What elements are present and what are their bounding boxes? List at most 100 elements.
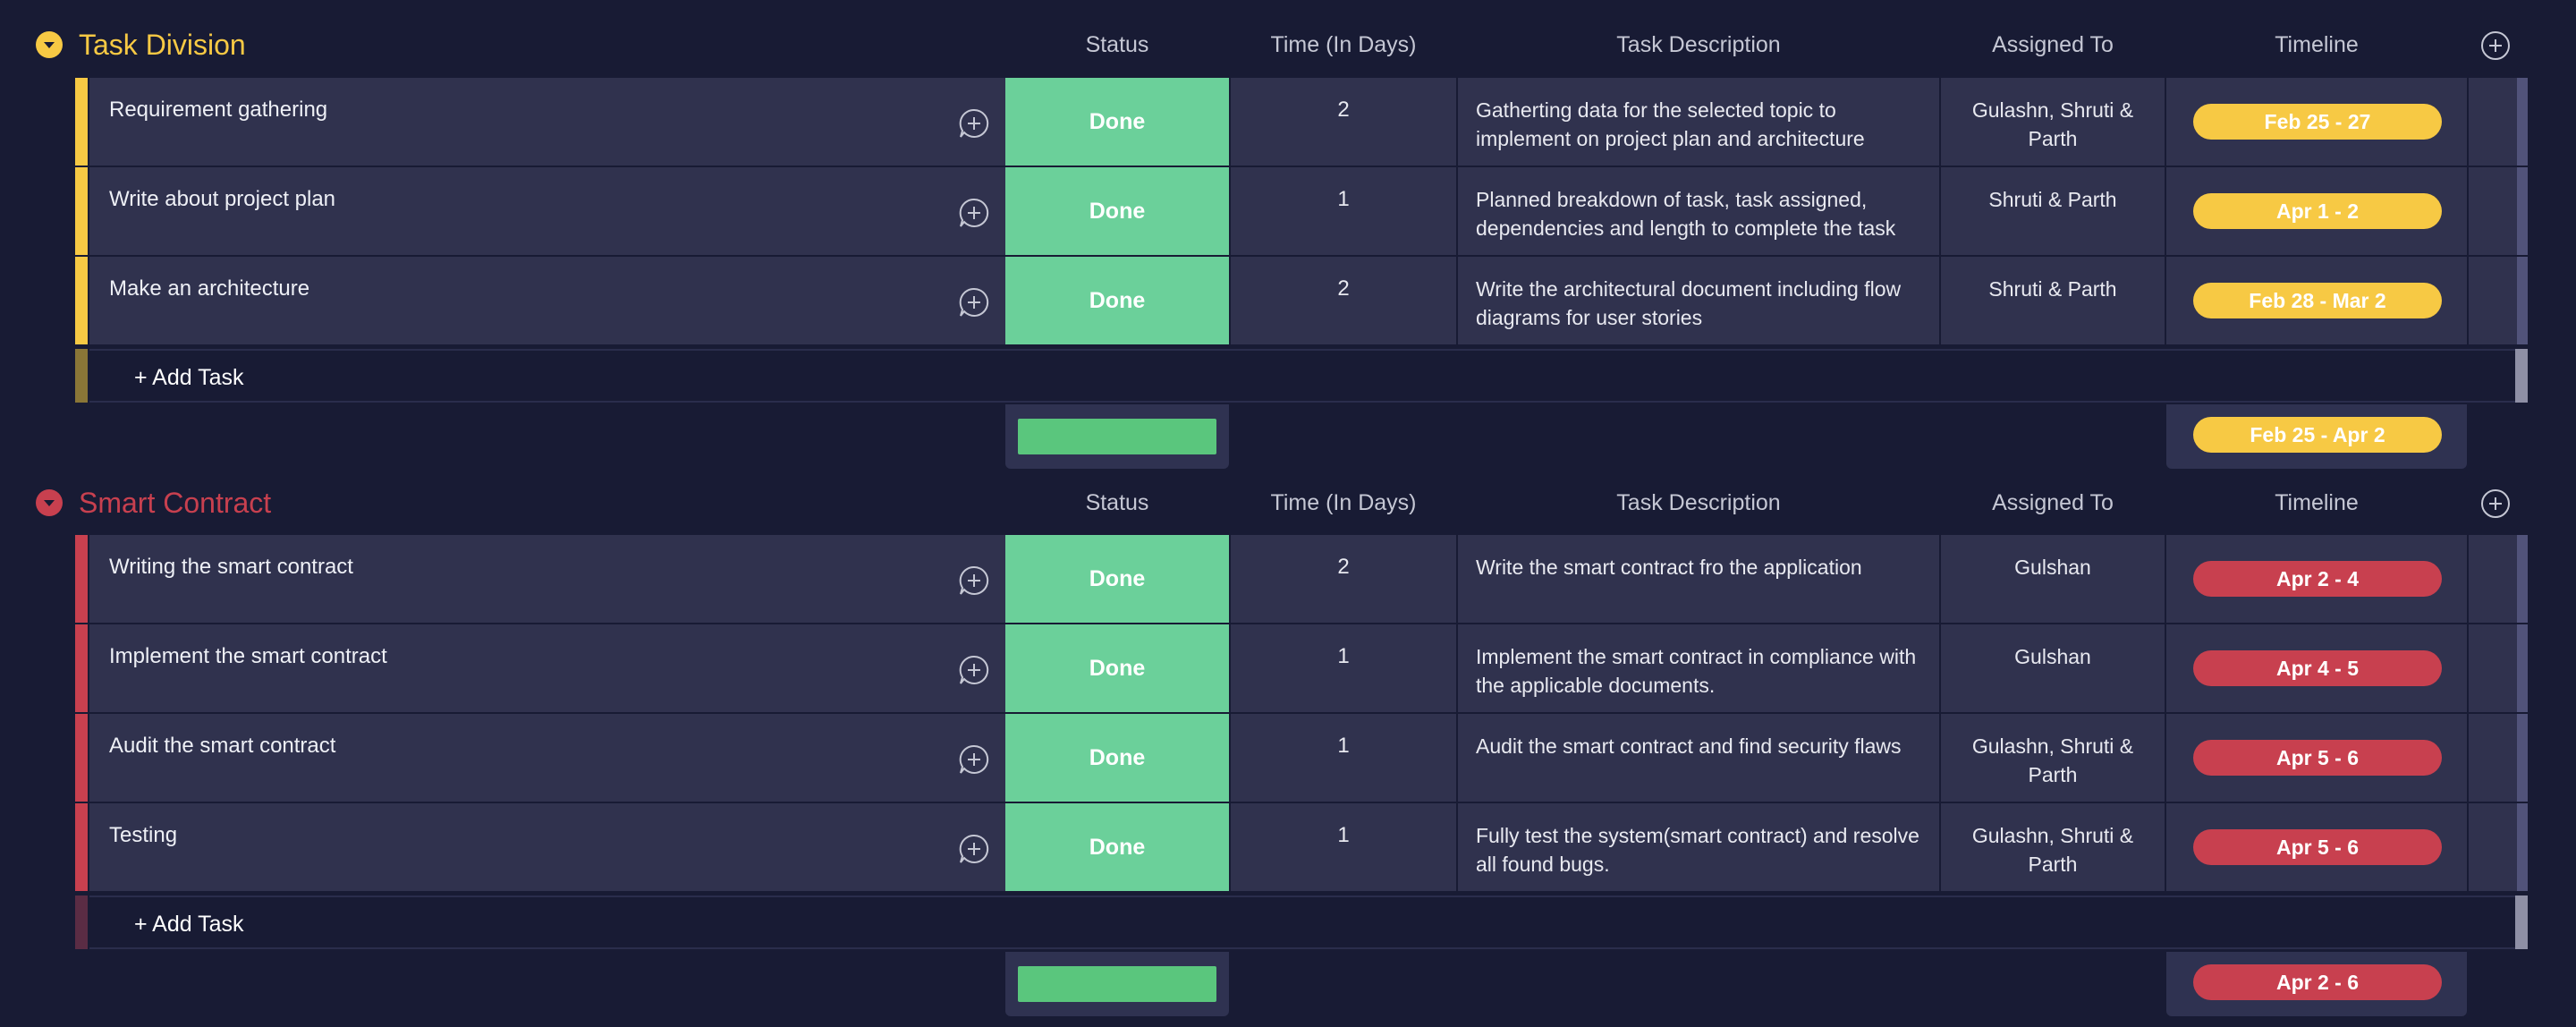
status-cell[interactable]: Done: [1005, 535, 1229, 623]
status-cell[interactable]: Done: [1005, 624, 1229, 712]
assigned-cell[interactable]: Shruti & Parth: [1941, 257, 2165, 344]
column-header-assigned[interactable]: Assigned To: [1941, 488, 2165, 517]
time-cell[interactable]: 1: [1231, 624, 1456, 712]
table-row[interactable]: Requirement gathering Done 2 Gatherting …: [75, 78, 2528, 166]
add-task-row[interactable]: + Add Task: [75, 349, 2528, 403]
task-name-cell[interactable]: Implement the smart contract: [89, 624, 1005, 712]
description-text: Planned breakdown of task, task assigned…: [1476, 188, 1896, 240]
time-cell[interactable]: 1: [1231, 167, 1456, 255]
task-name-cell[interactable]: Writing the smart contract: [89, 535, 1005, 623]
group-title[interactable]: Task Division: [79, 27, 246, 63]
task-name-cell[interactable]: Make an architecture: [89, 257, 1005, 344]
status-cell[interactable]: Done: [1005, 803, 1229, 891]
group-title[interactable]: Smart Contract: [79, 485, 271, 521]
time-value: 1: [1337, 187, 1350, 211]
add-update-icon[interactable]: [957, 653, 991, 687]
assigned-cell[interactable]: Gulashn, Shruti & Parth: [1941, 803, 2165, 891]
collapse-chevron-icon[interactable]: [36, 489, 63, 516]
table-row[interactable]: Write about project plan Done 1 Planned …: [75, 167, 2528, 255]
status-label: Done: [1089, 109, 1146, 134]
status-label: Done: [1089, 288, 1146, 313]
time-value: 2: [1337, 555, 1350, 579]
timeline-cell[interactable]: Apr 2 - 4: [2166, 535, 2467, 623]
row-color-bar: [75, 349, 88, 403]
description-cell[interactable]: Gatherting data for the selected topic t…: [1458, 78, 1939, 166]
time-cell[interactable]: 1: [1231, 714, 1456, 802]
add-update-icon[interactable]: [957, 285, 991, 319]
description-cell[interactable]: Planned breakdown of task, task assigned…: [1458, 167, 1939, 255]
add-task-row[interactable]: + Add Task: [75, 895, 2528, 949]
timeline-cell[interactable]: Feb 25 - 27: [2166, 78, 2467, 166]
assigned-cell[interactable]: Gulashn, Shruti & Parth: [1941, 714, 2165, 802]
time-cell[interactable]: 2: [1231, 78, 1456, 166]
description-cell[interactable]: Implement the smart contract in complian…: [1458, 624, 1939, 712]
column-header-timeline[interactable]: Timeline: [2166, 30, 2467, 59]
column-header-status[interactable]: Status: [1005, 30, 1229, 59]
assigned-cell[interactable]: Shruti & Parth: [1941, 167, 2165, 255]
add-task-field[interactable]: + Add Task: [89, 895, 2528, 949]
table-row[interactable]: Make an architecture Done 2 Write the ar…: [75, 257, 2528, 344]
description-cell[interactable]: Fully test the system(smart contract) an…: [1458, 803, 1939, 891]
assigned-cell[interactable]: Gulshan: [1941, 624, 2165, 712]
status-cell[interactable]: Done: [1005, 78, 1229, 166]
collapse-chevron-icon[interactable]: [36, 31, 63, 58]
status-cell[interactable]: Done: [1005, 714, 1229, 802]
assigned-text: Gulashn, Shruti & Parth: [1971, 824, 2134, 876]
row-color-bar: [75, 535, 88, 623]
status-cell[interactable]: Done: [1005, 257, 1229, 344]
assigned-cell[interactable]: Gulshan: [1941, 535, 2165, 623]
status-label: Done: [1089, 566, 1146, 591]
description-cell[interactable]: Write the architectural document includi…: [1458, 257, 1939, 344]
description-text: Write the architectural document includi…: [1476, 277, 1902, 329]
add-task-field[interactable]: + Add Task: [89, 349, 2528, 403]
timeline-cell[interactable]: Apr 1 - 2: [2166, 167, 2467, 255]
table-row[interactable]: Audit the smart contract Done 1 Audit th…: [75, 714, 2528, 802]
status-cell[interactable]: Done: [1005, 167, 1229, 255]
time-value: 2: [1337, 276, 1350, 301]
assigned-text: Gulshan: [2014, 556, 2091, 579]
add-column-icon[interactable]: [2480, 488, 2511, 519]
row-color-bar: [75, 78, 88, 166]
task-name-cell[interactable]: Write about project plan: [89, 167, 1005, 255]
column-header-status[interactable]: Status: [1005, 488, 1229, 517]
add-update-icon[interactable]: [957, 832, 991, 866]
timeline-cell[interactable]: Feb 28 - Mar 2: [2166, 257, 2467, 344]
table-row[interactable]: Writing the smart contract Done 2 Write …: [75, 535, 2528, 623]
timeline-cell[interactable]: Apr 5 - 6: [2166, 714, 2467, 802]
timeline-cell[interactable]: Apr 5 - 6: [2166, 803, 2467, 891]
time-cell[interactable]: 1: [1231, 803, 1456, 891]
task-name-cell[interactable]: Audit the smart contract: [89, 714, 1005, 802]
time-cell[interactable]: 2: [1231, 257, 1456, 344]
row-end-bar: [2517, 803, 2528, 891]
description-cell[interactable]: Audit the smart contract and find securi…: [1458, 714, 1939, 802]
assigned-text: Gulashn, Shruti & Parth: [1971, 734, 2134, 786]
task-name: Testing: [109, 823, 178, 847]
add-update-icon[interactable]: [957, 106, 991, 140]
task-name-cell[interactable]: Testing: [89, 803, 1005, 891]
add-update-icon[interactable]: [957, 743, 991, 777]
assigned-cell[interactable]: Gulashn, Shruti & Parth: [1941, 78, 2165, 166]
table-row[interactable]: Implement the smart contract Done 1 Impl…: [75, 624, 2528, 712]
task-name-cell[interactable]: Requirement gathering: [89, 78, 1005, 166]
status-label: Done: [1089, 656, 1146, 681]
column-header-description[interactable]: Task Description: [1458, 30, 1939, 59]
row-color-bar: [75, 167, 88, 255]
timeline-cell[interactable]: Apr 4 - 5: [2166, 624, 2467, 712]
column-header-timeline[interactable]: Timeline: [2166, 488, 2467, 517]
column-header-description[interactable]: Task Description: [1458, 488, 1939, 517]
description-cell[interactable]: Write the smart contract fro the applica…: [1458, 535, 1939, 623]
add-task-button[interactable]: + Add Task: [134, 910, 244, 938]
column-header-assigned[interactable]: Assigned To: [1941, 30, 2165, 59]
scroll-bar[interactable]: [2515, 895, 2528, 949]
time-cell[interactable]: 2: [1231, 535, 1456, 623]
add-task-button[interactable]: + Add Task: [134, 363, 244, 392]
add-update-icon[interactable]: [957, 564, 991, 598]
timeline-summary-pill: Feb 25 - Apr 2: [2193, 417, 2442, 453]
table-row[interactable]: Testing Done 1 Fully test the system(sma…: [75, 803, 2528, 891]
scroll-bar[interactable]: [2515, 349, 2528, 403]
column-header-time[interactable]: Time (In Days): [1231, 30, 1456, 59]
add-update-icon[interactable]: [957, 196, 991, 230]
column-header-time[interactable]: Time (In Days): [1231, 488, 1456, 517]
row-color-bar: [75, 803, 88, 891]
add-column-icon[interactable]: [2480, 30, 2511, 61]
